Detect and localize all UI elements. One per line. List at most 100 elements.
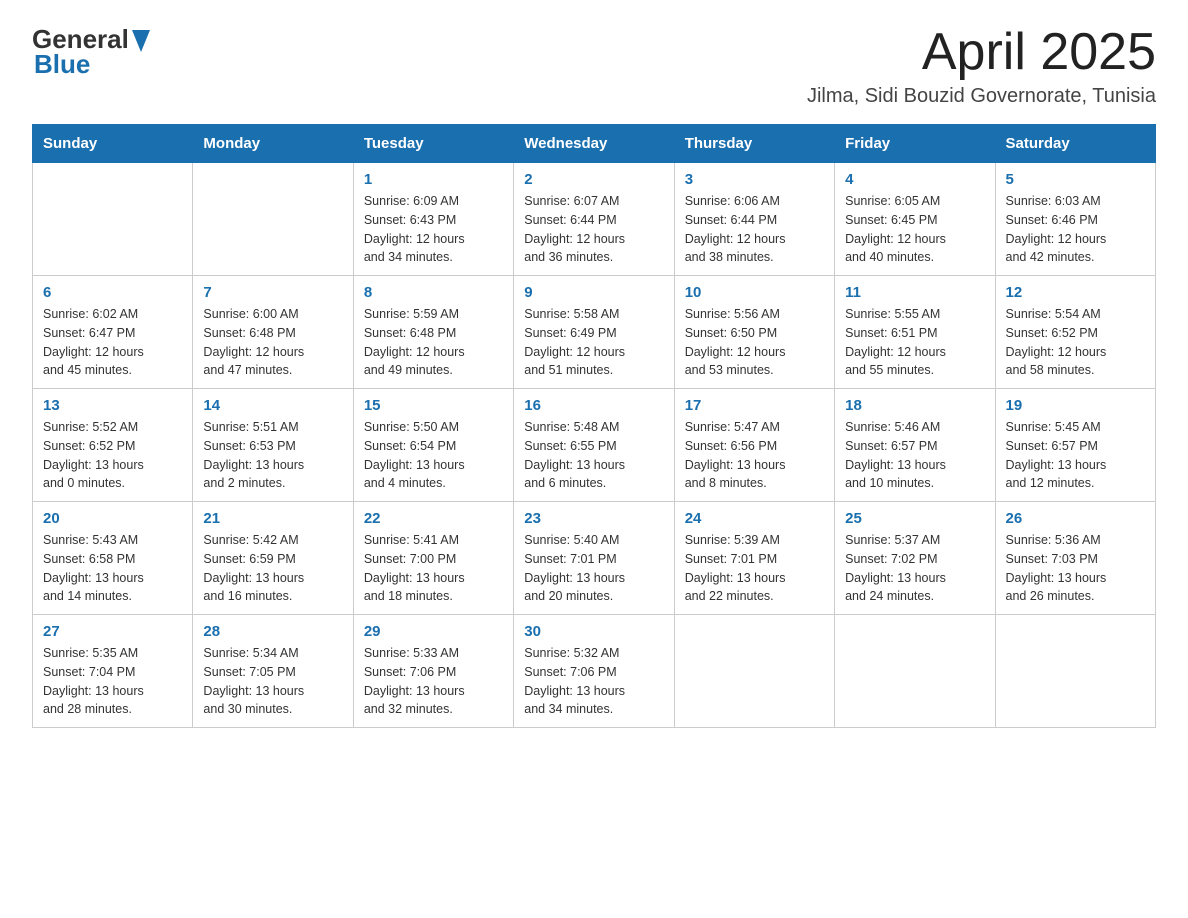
day-number: 16: [524, 397, 663, 414]
calendar-cell: 14Sunrise: 5:51 AM Sunset: 6:53 PM Dayli…: [193, 389, 353, 502]
day-number: 9: [524, 284, 663, 301]
day-info: Sunrise: 5:37 AM Sunset: 7:02 PM Dayligh…: [845, 531, 984, 606]
calendar-cell: 18 Sunrise: 5:46 AM Sunset: 6:57 PM Dayli…: [835, 389, 995, 502]
day-number: 2: [524, 171, 663, 188]
day-number: 15: [364, 397, 503, 414]
day-info: Sunrise: 6:05 AM Sunset: 6:45 PM Dayligh…: [845, 192, 984, 267]
calendar-cell: 21 Sunrise: 5:42 AM Sunset: 6:59 PM Dayli…: [193, 502, 353, 615]
calendar-cell: 6 Sunrise: 6:02 AM Sunset: 6:47 PM Daylig…: [33, 276, 193, 389]
page-header: General Blue April 2025 Jilma, Sidi Bouz…: [32, 24, 1156, 108]
calendar-subtitle: Jilma, Sidi Bouzid Governorate, Tunisia: [807, 85, 1156, 108]
day-info: Sunrise: 5:34 AM Sunset: 7:05 PM Dayligh…: [203, 644, 342, 719]
day-number: 4: [845, 171, 984, 188]
calendar-cell: 13 Sunrise: 5:52 AM Sunset: 6:52 PM Dayli…: [33, 389, 193, 502]
day-info: Sunrise: 5:51 AM Sunset: 6:53 PM Dayligh…: [203, 418, 342, 493]
logo-blue: Blue: [34, 49, 90, 80]
day-number: 13: [43, 397, 182, 414]
calendar-title: April 2025: [807, 24, 1156, 81]
logo-triangle-icon: [132, 30, 150, 52]
day-info: Sunrise: 5:55 AM Sunset: 6:51 PM Dayligh…: [845, 305, 984, 380]
calendar-cell: 25 Sunrise: 5:37 AM Sunset: 7:02 PM Dayli…: [835, 502, 995, 615]
day-info: Sunrise: 6:06 AM Sunset: 6:44 PM Dayligh…: [685, 192, 824, 267]
day-info: Sunrise: 5:45 AM Sunset: 6:57 PM Dayligh…: [1006, 418, 1145, 493]
calendar-header-row: SundayMondayTuesdayWednesdayThursdayFrid…: [33, 125, 1156, 163]
day-number: 19: [1006, 397, 1145, 414]
day-number: 12: [1006, 284, 1145, 301]
day-header-tuesday: Tuesday: [353, 125, 513, 163]
calendar-cell: 8 Sunrise: 5:59 AM Sunset: 6:48 PM Daylig…: [353, 276, 513, 389]
day-info: Sunrise: 6:00 AM Sunset: 6:48 PM Dayligh…: [203, 305, 342, 380]
day-info: Sunrise: 5:59 AM Sunset: 6:48 PM Dayligh…: [364, 305, 503, 380]
day-info: Sunrise: 5:42 AM Sunset: 6:59 PM Dayligh…: [203, 531, 342, 606]
day-number: 18: [845, 397, 984, 414]
week-row-4: 20 Sunrise: 5:43 AM Sunset: 6:58 PM Dayli…: [33, 502, 1156, 615]
day-header-sunday: Sunday: [33, 125, 193, 163]
day-number: 17: [685, 397, 824, 414]
day-number: 11: [845, 284, 984, 301]
day-header-thursday: Thursday: [674, 125, 834, 163]
day-info: Sunrise: 5:33 AM Sunset: 7:06 PM Dayligh…: [364, 644, 503, 719]
calendar-cell: 19 Sunrise: 5:45 AM Sunset: 6:57 PM Dayli…: [995, 389, 1155, 502]
week-row-2: 6 Sunrise: 6:02 AM Sunset: 6:47 PM Daylig…: [33, 276, 1156, 389]
day-header-monday: Monday: [193, 125, 353, 163]
calendar-cell: [193, 163, 353, 276]
day-number: 23: [524, 510, 663, 527]
day-number: 1: [364, 171, 503, 188]
calendar-cell: [835, 615, 995, 728]
calendar-cell: 29 Sunrise: 5:33 AM Sunset: 7:06 PM Dayli…: [353, 615, 513, 728]
calendar-cell: 23 Sunrise: 5:40 AM Sunset: 7:01 PM Dayli…: [514, 502, 674, 615]
day-number: 21: [203, 510, 342, 527]
week-row-3: 13 Sunrise: 5:52 AM Sunset: 6:52 PM Dayli…: [33, 389, 1156, 502]
day-info: Sunrise: 5:43 AM Sunset: 6:58 PM Dayligh…: [43, 531, 182, 606]
day-number: 5: [1006, 171, 1145, 188]
day-info: Sunrise: 5:50 AM Sunset: 6:54 PM Dayligh…: [364, 418, 503, 493]
week-row-5: 27Sunrise: 5:35 AM Sunset: 7:04 PM Dayli…: [33, 615, 1156, 728]
calendar-table: SundayMondayTuesdayWednesdayThursdayFrid…: [32, 124, 1156, 728]
day-number: 7: [203, 284, 342, 301]
calendar-cell: 3 Sunrise: 6:06 AM Sunset: 6:44 PM Daylig…: [674, 163, 834, 276]
calendar-cell: 27Sunrise: 5:35 AM Sunset: 7:04 PM Dayli…: [33, 615, 193, 728]
title-block: April 2025 Jilma, Sidi Bouzid Governorat…: [807, 24, 1156, 108]
day-number: 22: [364, 510, 503, 527]
day-header-wednesday: Wednesday: [514, 125, 674, 163]
day-number: 8: [364, 284, 503, 301]
day-info: Sunrise: 5:54 AM Sunset: 6:52 PM Dayligh…: [1006, 305, 1145, 380]
day-number: 6: [43, 284, 182, 301]
calendar-cell: 5 Sunrise: 6:03 AM Sunset: 6:46 PM Daylig…: [995, 163, 1155, 276]
calendar-cell: [33, 163, 193, 276]
calendar-cell: 4 Sunrise: 6:05 AM Sunset: 6:45 PM Daylig…: [835, 163, 995, 276]
day-number: 20: [43, 510, 182, 527]
calendar-cell: 16Sunrise: 5:48 AM Sunset: 6:55 PM Dayli…: [514, 389, 674, 502]
day-info: Sunrise: 5:41 AM Sunset: 7:00 PM Dayligh…: [364, 531, 503, 606]
day-number: 10: [685, 284, 824, 301]
calendar-cell: 12 Sunrise: 5:54 AM Sunset: 6:52 PM Dayli…: [995, 276, 1155, 389]
day-info: Sunrise: 5:47 AM Sunset: 6:56 PM Dayligh…: [685, 418, 824, 493]
day-number: 28: [203, 623, 342, 640]
calendar-cell: 15 Sunrise: 5:50 AM Sunset: 6:54 PM Dayli…: [353, 389, 513, 502]
day-info: Sunrise: 6:02 AM Sunset: 6:47 PM Dayligh…: [43, 305, 182, 380]
day-info: Sunrise: 5:46 AM Sunset: 6:57 PM Dayligh…: [845, 418, 984, 493]
day-info: Sunrise: 5:40 AM Sunset: 7:01 PM Dayligh…: [524, 531, 663, 606]
calendar-cell: 17 Sunrise: 5:47 AM Sunset: 6:56 PM Dayli…: [674, 389, 834, 502]
calendar-cell: 9Sunrise: 5:58 AM Sunset: 6:49 PM Daylig…: [514, 276, 674, 389]
day-number: 24: [685, 510, 824, 527]
day-info: Sunrise: 6:03 AM Sunset: 6:46 PM Dayligh…: [1006, 192, 1145, 267]
day-info: Sunrise: 5:52 AM Sunset: 6:52 PM Dayligh…: [43, 418, 182, 493]
calendar-cell: 24 Sunrise: 5:39 AM Sunset: 7:01 PM Dayli…: [674, 502, 834, 615]
week-row-1: 1Sunrise: 6:09 AM Sunset: 6:43 PM Daylig…: [33, 163, 1156, 276]
calendar-cell: 11 Sunrise: 5:55 AM Sunset: 6:51 PM Dayli…: [835, 276, 995, 389]
calendar-cell: [674, 615, 834, 728]
day-number: 26: [1006, 510, 1145, 527]
day-header-saturday: Saturday: [995, 125, 1155, 163]
day-number: 25: [845, 510, 984, 527]
day-info: Sunrise: 5:39 AM Sunset: 7:01 PM Dayligh…: [685, 531, 824, 606]
day-number: 3: [685, 171, 824, 188]
calendar-cell: 10Sunrise: 5:56 AM Sunset: 6:50 PM Dayli…: [674, 276, 834, 389]
calendar-cell: 26Sunrise: 5:36 AM Sunset: 7:03 PM Dayli…: [995, 502, 1155, 615]
day-number: 27: [43, 623, 182, 640]
calendar-cell: 7 Sunrise: 6:00 AM Sunset: 6:48 PM Daylig…: [193, 276, 353, 389]
calendar-cell: 28 Sunrise: 5:34 AM Sunset: 7:05 PM Dayli…: [193, 615, 353, 728]
day-number: 29: [364, 623, 503, 640]
logo: General Blue: [32, 24, 150, 80]
calendar-cell: 22 Sunrise: 5:41 AM Sunset: 7:00 PM Dayli…: [353, 502, 513, 615]
